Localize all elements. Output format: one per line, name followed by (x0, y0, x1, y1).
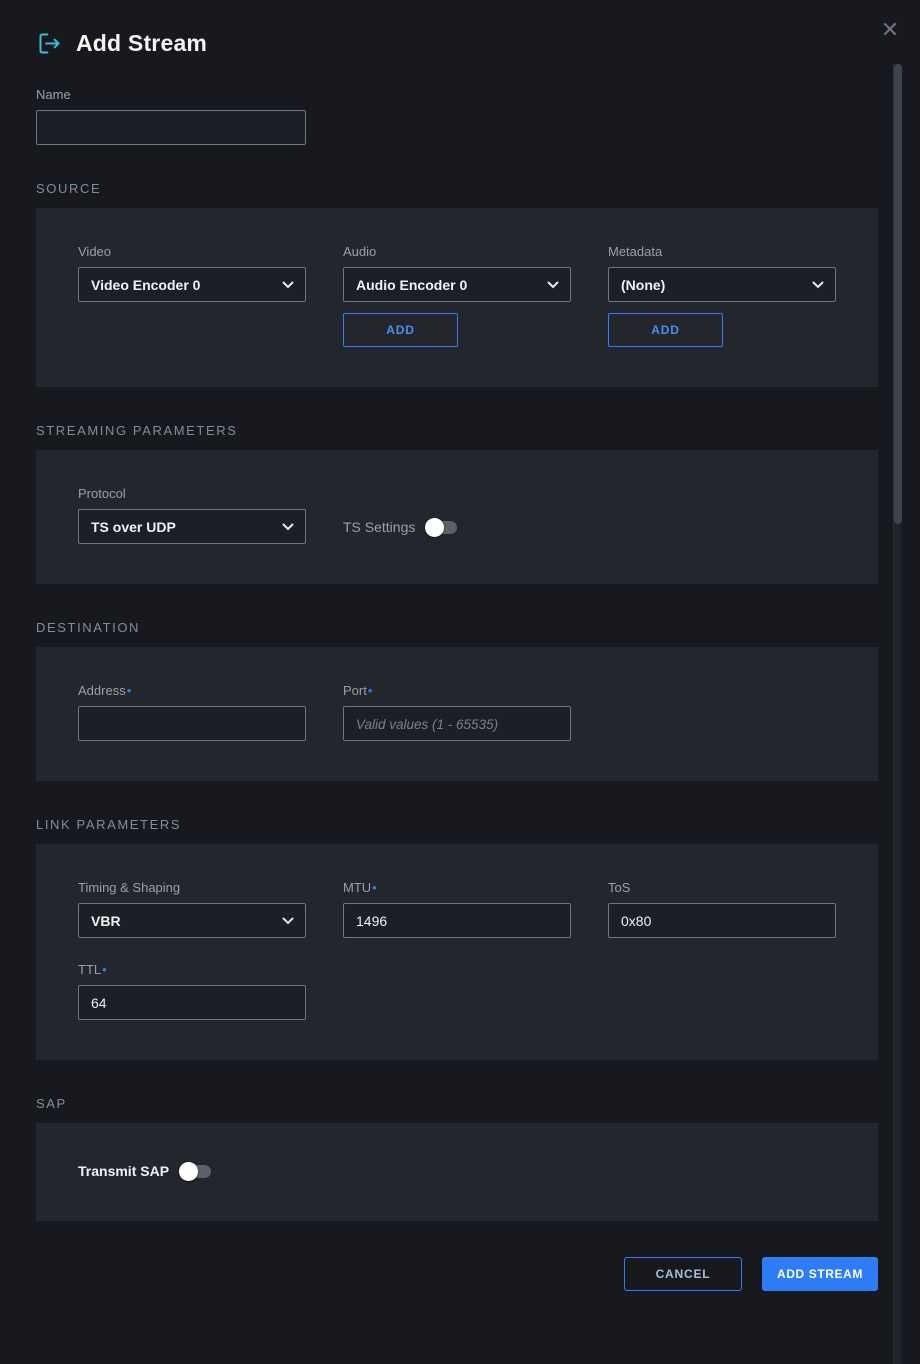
transmit-sap-group: Transmit SAP (78, 1163, 836, 1179)
tos-label: ToS (608, 880, 836, 895)
sap-section-header: SAP (36, 1096, 878, 1111)
mtu-input[interactable] (343, 903, 571, 938)
transmit-sap-toggle[interactable] (181, 1165, 211, 1178)
scrollbar-track[interactable] (893, 64, 901, 1364)
close-icon[interactable]: ✕ (876, 16, 904, 44)
chevron-down-icon (812, 281, 824, 289)
mtu-label: MTU• (343, 880, 571, 895)
ts-settings-toggle[interactable] (427, 521, 457, 534)
metadata-field-group: Metadata (None) ADD (608, 244, 836, 347)
protocol-label: Protocol (78, 486, 306, 501)
port-input[interactable] (343, 706, 571, 741)
protocol-select-value: TS over UDP (91, 519, 176, 535)
chevron-down-icon (282, 523, 294, 531)
add-stream-button[interactable]: ADD STREAM (762, 1257, 878, 1291)
audio-select[interactable]: Audio Encoder 0 (343, 267, 571, 302)
cancel-button[interactable]: CANCEL (624, 1257, 742, 1291)
required-mark: • (368, 683, 373, 698)
ttl-label: TTL• (78, 962, 306, 977)
required-mark: • (372, 880, 377, 895)
protocol-select[interactable]: TS over UDP (78, 509, 306, 544)
dialog-header: Add Stream (36, 30, 878, 57)
chevron-down-icon (282, 917, 294, 925)
source-panel: Video Video Encoder 0 Audio Audio Encode… (36, 208, 878, 387)
timing-shaping-select[interactable]: VBR (78, 903, 306, 938)
address-label: Address• (78, 683, 306, 698)
sap-panel: Transmit SAP (36, 1123, 878, 1221)
page-title: Add Stream (76, 30, 207, 57)
required-mark: • (102, 962, 107, 977)
stream-out-icon (36, 30, 63, 57)
chevron-down-icon (282, 281, 294, 289)
scrollbar-thumb[interactable] (894, 64, 902, 524)
destination-panel: Address• Port• (36, 647, 878, 781)
toggle-knob (425, 518, 444, 537)
protocol-field-group: Protocol TS over UDP (78, 486, 306, 544)
address-input[interactable] (78, 706, 306, 741)
address-field-group: Address• (78, 683, 306, 741)
name-input[interactable] (36, 110, 306, 145)
metadata-select[interactable]: (None) (608, 267, 836, 302)
dialog-footer: CANCEL ADD STREAM (36, 1257, 878, 1291)
streaming-panel: Protocol TS over UDP TS Settings (36, 450, 878, 584)
tos-field-group: ToS (608, 880, 836, 938)
ttl-input[interactable] (78, 985, 306, 1020)
timing-shaping-field-group: Timing & Shaping VBR (78, 880, 306, 938)
streaming-section-header: STREAMING PARAMETERS (36, 423, 878, 438)
timing-shaping-label: Timing & Shaping (78, 880, 306, 895)
link-panel: Timing & Shaping VBR MTU• ToS (36, 844, 878, 1060)
chevron-down-icon (547, 281, 559, 289)
transmit-sap-label: Transmit SAP (78, 1163, 169, 1179)
port-label: Port• (343, 683, 571, 698)
port-field-group: Port• (343, 683, 571, 741)
add-stream-dialog: ✕ Add Stream Name SOURCE Vi (0, 0, 920, 1364)
audio-label: Audio (343, 244, 571, 259)
timing-shaping-select-value: VBR (91, 913, 121, 929)
video-field-group: Video Video Encoder 0 (78, 244, 306, 347)
add-audio-button[interactable]: ADD (343, 313, 458, 347)
video-select-value: Video Encoder 0 (91, 277, 200, 293)
toggle-knob (179, 1162, 198, 1181)
audio-field-group: Audio Audio Encoder 0 ADD (343, 244, 571, 347)
source-section-header: SOURCE (36, 181, 878, 196)
video-label: Video (78, 244, 306, 259)
link-section-header: LINK PARAMETERS (36, 817, 878, 832)
add-metadata-button[interactable]: ADD (608, 313, 723, 347)
ttl-field-group: TTL• (78, 962, 306, 1020)
ts-settings-group: TS Settings (343, 519, 571, 535)
destination-section-header: DESTINATION (36, 620, 878, 635)
mtu-field-group: MTU• (343, 880, 571, 938)
tos-input[interactable] (608, 903, 836, 938)
name-label: Name (36, 87, 306, 102)
name-field-group: Name (36, 87, 306, 145)
required-mark: • (127, 683, 132, 698)
metadata-label: Metadata (608, 244, 836, 259)
audio-select-value: Audio Encoder 0 (356, 277, 467, 293)
video-select[interactable]: Video Encoder 0 (78, 267, 306, 302)
ts-settings-label: TS Settings (343, 519, 415, 535)
metadata-select-value: (None) (621, 277, 665, 293)
